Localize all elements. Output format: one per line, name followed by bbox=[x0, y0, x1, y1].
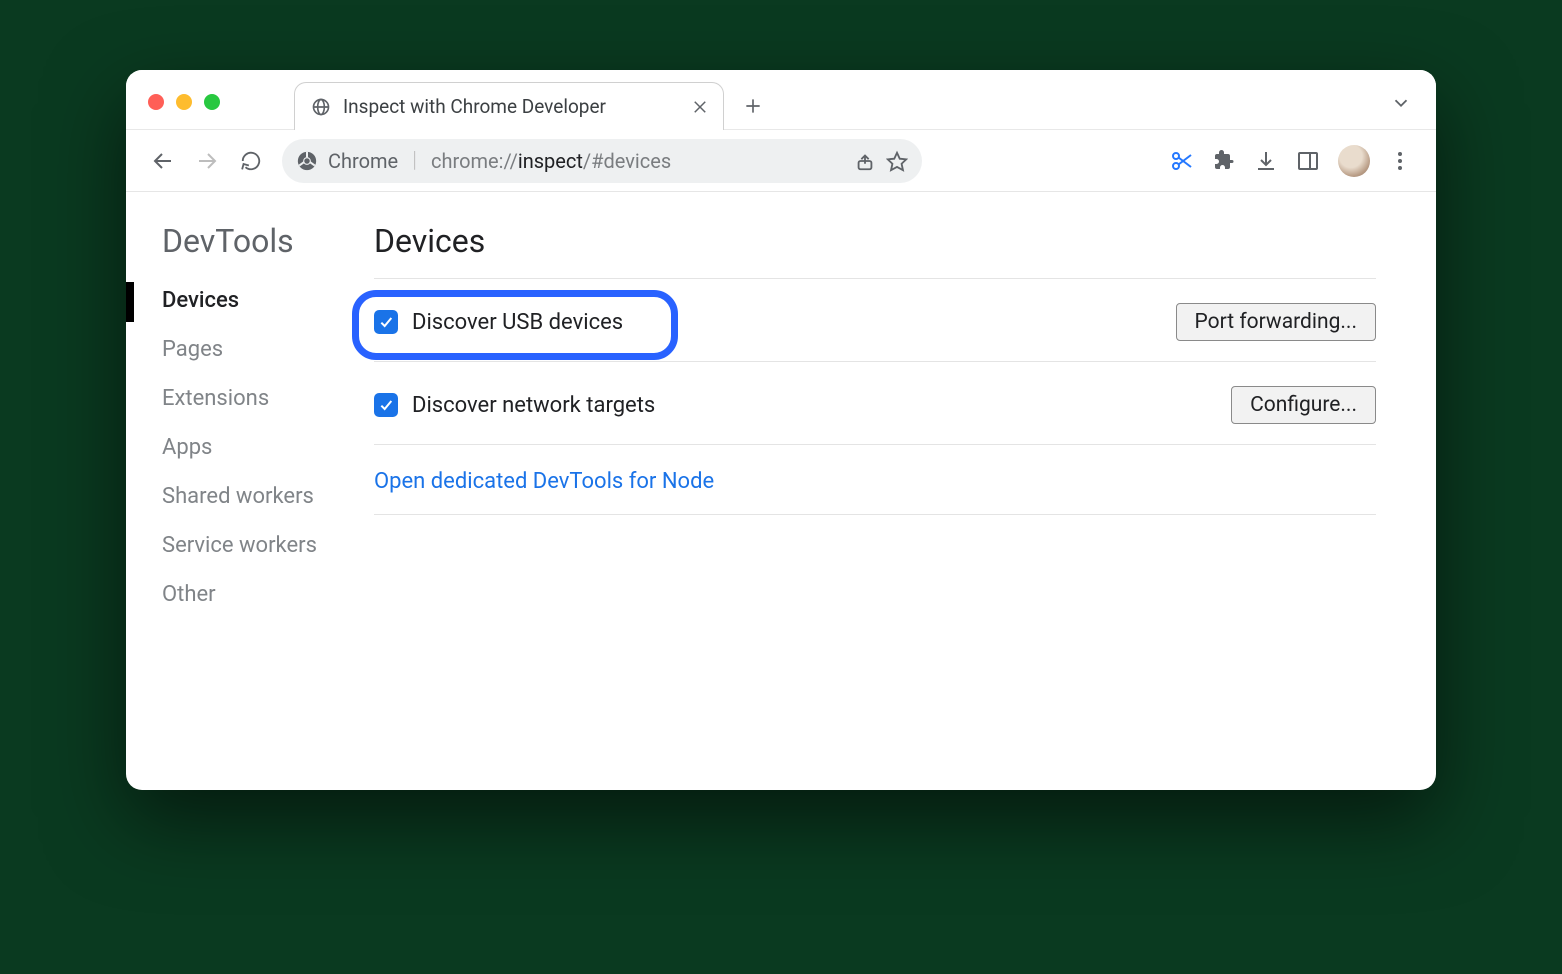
sidebar-item-shared-workers[interactable]: Shared workers bbox=[162, 484, 374, 509]
forward-button[interactable] bbox=[188, 142, 226, 180]
extensions-icon[interactable] bbox=[1212, 149, 1236, 173]
profile-avatar[interactable] bbox=[1338, 145, 1370, 177]
network-checkbox-row: Discover network targets bbox=[374, 393, 655, 418]
sidebar-nav: Devices Pages Extensions Apps Shared wor… bbox=[162, 288, 374, 607]
close-tab-button[interactable] bbox=[691, 98, 709, 116]
tab-title: Inspect with Chrome Developer bbox=[343, 95, 679, 118]
address-bar[interactable]: Chrome | chrome://inspect/#devices bbox=[282, 139, 922, 183]
close-window-button[interactable] bbox=[148, 94, 164, 110]
usb-checkbox-row: Discover USB devices bbox=[374, 310, 623, 335]
browser-tab[interactable]: Inspect with Chrome Developer bbox=[294, 82, 724, 130]
bookmark-icon[interactable] bbox=[886, 150, 908, 172]
main-panel: Devices Discover USB devices Port forwar… bbox=[374, 192, 1436, 790]
scissors-icon[interactable] bbox=[1170, 149, 1194, 173]
titlebar: Inspect with Chrome Developer bbox=[126, 70, 1436, 130]
minimize-window-button[interactable] bbox=[176, 94, 192, 110]
new-tab-button[interactable] bbox=[738, 91, 768, 121]
network-checkbox[interactable] bbox=[374, 393, 398, 417]
usb-checkbox[interactable] bbox=[374, 310, 398, 334]
url-host: inspect bbox=[518, 149, 583, 173]
open-node-devtools-link[interactable]: Open dedicated DevTools for Node bbox=[374, 469, 714, 494]
sidebar-item-extensions[interactable]: Extensions bbox=[162, 386, 374, 411]
omnibox-chip: Chrome bbox=[328, 149, 398, 173]
sidebar-item-other[interactable]: Other bbox=[162, 582, 374, 607]
toolbar-right bbox=[1170, 145, 1418, 177]
page-heading: Devices bbox=[374, 222, 1376, 260]
omnibox-separator: | bbox=[408, 148, 421, 173]
maximize-window-button[interactable] bbox=[204, 94, 220, 110]
usb-checkbox-label: Discover USB devices bbox=[412, 310, 623, 335]
network-section: Discover network targets Configure... bbox=[374, 361, 1376, 444]
sidebar-title: DevTools bbox=[162, 222, 374, 260]
sidebar-item-apps[interactable]: Apps bbox=[162, 435, 374, 460]
traffic-lights bbox=[148, 94, 220, 110]
tab-overflow-button[interactable] bbox=[1390, 92, 1412, 114]
share-icon[interactable] bbox=[854, 150, 876, 172]
port-forwarding-button[interactable]: Port forwarding... bbox=[1176, 303, 1376, 341]
sidebar-item-devices[interactable]: Devices bbox=[162, 288, 374, 313]
network-checkbox-label: Discover network targets bbox=[412, 393, 655, 418]
back-button[interactable] bbox=[144, 142, 182, 180]
sidebar: DevTools Devices Pages Extensions Apps S… bbox=[134, 192, 374, 790]
reload-button[interactable] bbox=[232, 142, 270, 180]
url-path: /#devices bbox=[583, 149, 671, 173]
page-content: DevTools Devices Pages Extensions Apps S… bbox=[126, 192, 1436, 790]
toolbar: Chrome | chrome://inspect/#devices bbox=[126, 130, 1436, 192]
omnibox-url: chrome://inspect/#devices bbox=[431, 149, 671, 173]
menu-button[interactable] bbox=[1388, 152, 1412, 170]
downloads-icon[interactable] bbox=[1254, 149, 1278, 173]
active-indicator bbox=[126, 282, 134, 322]
configure-button[interactable]: Configure... bbox=[1231, 386, 1376, 424]
chrome-icon bbox=[296, 150, 318, 172]
node-link-section: Open dedicated DevTools for Node bbox=[374, 444, 1376, 515]
url-scheme: chrome:// bbox=[431, 149, 518, 173]
usb-section: Discover USB devices Port forwarding... bbox=[374, 278, 1376, 361]
sidebar-item-service-workers[interactable]: Service workers bbox=[162, 533, 374, 558]
side-panel-icon[interactable] bbox=[1296, 149, 1320, 173]
browser-window: Inspect with Chrome Developer Chrome bbox=[126, 70, 1436, 790]
globe-icon bbox=[311, 97, 331, 117]
sidebar-item-pages[interactable]: Pages bbox=[162, 337, 374, 362]
